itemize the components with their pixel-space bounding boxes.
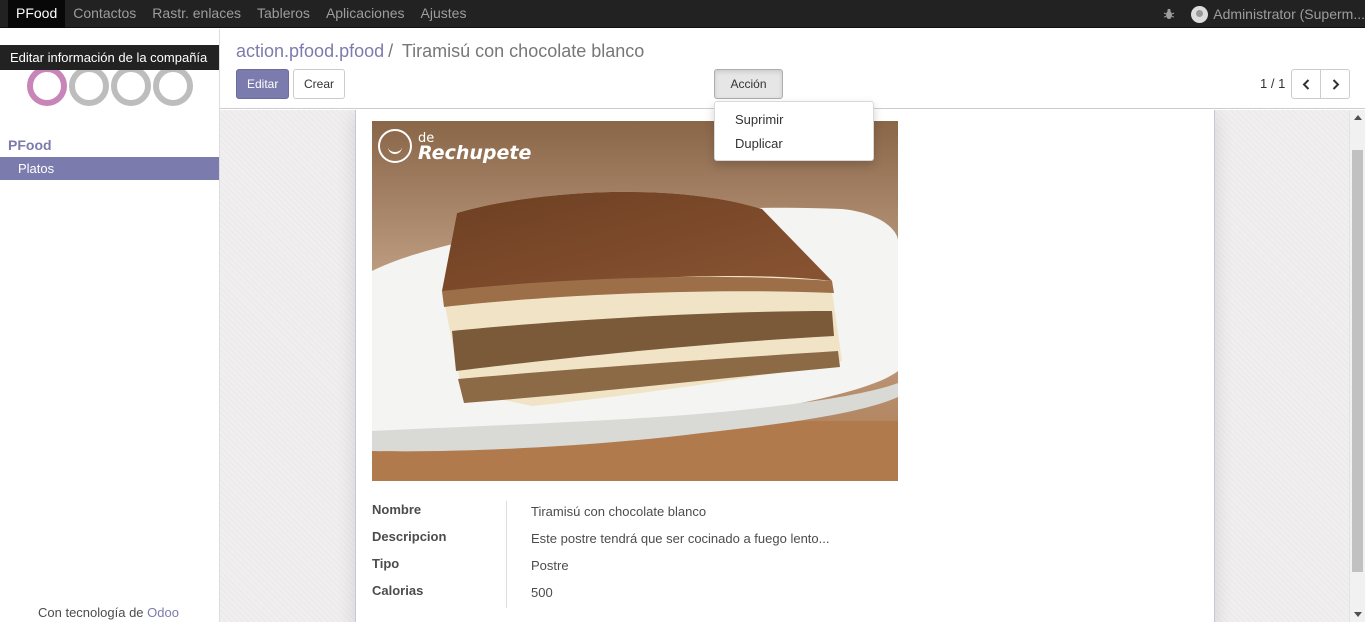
field-value-nombre: Tiramisú con chocolate blanco — [531, 504, 707, 519]
avatar — [1191, 5, 1209, 23]
field-value-descripcion: Este postre tendrá que ser cocinado a fu… — [531, 531, 830, 546]
powered-by: Con tecnología de Odoo — [38, 605, 179, 620]
user-menu[interactable]: Administrator (Superm... — [1191, 5, 1365, 23]
navbar-right: Administrator (Superm... — [1163, 0, 1365, 28]
scroll-down-arrow-icon[interactable] — [1354, 612, 1362, 617]
chevron-left-icon — [1302, 79, 1310, 90]
action-dropdown-button[interactable]: Acción — [714, 69, 783, 115]
pager-previous-button[interactable] — [1291, 69, 1321, 99]
breadcrumb: action.pfood.pfood / Tiramisú con chocola… — [236, 41, 644, 62]
sidebar-item-platos[interactable]: Platos — [0, 157, 219, 180]
action-label: Acción — [730, 77, 767, 91]
field-label-calorias: Calorias — [372, 583, 424, 598]
chevron-right-icon — [1332, 79, 1340, 90]
field-label-descripcion: Descripcion — [372, 529, 447, 544]
pager-next-button[interactable] — [1320, 69, 1350, 99]
powered-by-text: Con tecnología de — [38, 605, 144, 620]
edit-button[interactable]: Editar — [236, 69, 289, 99]
app-contactos[interactable]: Contactos — [65, 0, 144, 28]
field-row: Calorias 500 — [372, 581, 1072, 608]
app-tableros[interactable]: Tableros — [249, 0, 318, 28]
user-name: Administrator (Superm... — [1213, 6, 1365, 22]
menu-item-suprimir[interactable]: Suprimir — [715, 108, 873, 132]
field-row: Tipo Postre — [372, 554, 1072, 581]
image-watermark: de Rechupete — [378, 129, 531, 163]
form-view: de Rechupete Nombre Tiramisú con chocola… — [220, 110, 1365, 622]
app-menu: PFood Contactos Rastr. enlaces Tableros … — [8, 0, 474, 28]
debug-bug-icon[interactable] — [1163, 8, 1175, 20]
control-panel: action.pfood.pfood / Tiramisú con chocola… — [220, 29, 1365, 115]
top-navbar: PFood Contactos Rastr. enlaces Tableros … — [0, 0, 1365, 28]
odoo-link[interactable]: Odoo — [147, 605, 179, 620]
field-label-tipo: Tipo — [372, 556, 400, 571]
app-aplicaciones[interactable]: Aplicaciones — [318, 0, 413, 28]
smile-logo-icon — [378, 129, 412, 163]
field-row: Nombre Tiramisú con chocolate blanco — [372, 500, 1072, 527]
scroll-up-arrow-icon[interactable] — [1354, 115, 1362, 120]
pager-value[interactable]: 1 / 1 — [1260, 76, 1285, 91]
breadcrumb-current: Tiramisú con chocolate blanco — [401, 41, 645, 61]
app-pfood[interactable]: PFood — [8, 0, 66, 28]
action-dropdown-menu: Suprimir Duplicar — [714, 101, 874, 161]
field-value-tipo: Postre — [531, 558, 569, 573]
company-logo[interactable] — [26, 65, 196, 107]
field-value-calorias: 500 — [531, 585, 553, 600]
company-tooltip: Editar información de la compañía — [0, 45, 219, 70]
app-rastr-enlaces[interactable]: Rastr. enlaces — [144, 0, 249, 28]
dish-image: de Rechupete — [372, 121, 898, 481]
form-sheet: de Rechupete Nombre Tiramisú con chocola… — [355, 110, 1215, 622]
scrollbar-thumb[interactable] — [1352, 150, 1363, 572]
breadcrumb-link[interactable]: action.pfood.pfood — [236, 41, 384, 61]
record-fields: Nombre Tiramisú con chocolate blanco Des… — [372, 500, 1072, 608]
watermark-text: de Rechupete — [418, 131, 532, 164]
vertical-scrollbar[interactable] — [1349, 110, 1365, 622]
watermark-line2: Rechupete — [418, 142, 532, 164]
sidebar-section-pfood: PFood — [8, 137, 52, 153]
field-row: Descripcion Este postre tendrá que ser c… — [372, 527, 1072, 554]
breadcrumb-separator: / — [388, 41, 394, 61]
sidebar: Editar información de la compañía PFood … — [0, 29, 220, 622]
field-label-nombre: Nombre — [372, 502, 422, 517]
app-ajustes[interactable]: Ajustes — [413, 0, 475, 28]
menu-item-duplicar[interactable]: Duplicar — [715, 132, 873, 156]
create-button[interactable]: Crear — [293, 69, 345, 99]
